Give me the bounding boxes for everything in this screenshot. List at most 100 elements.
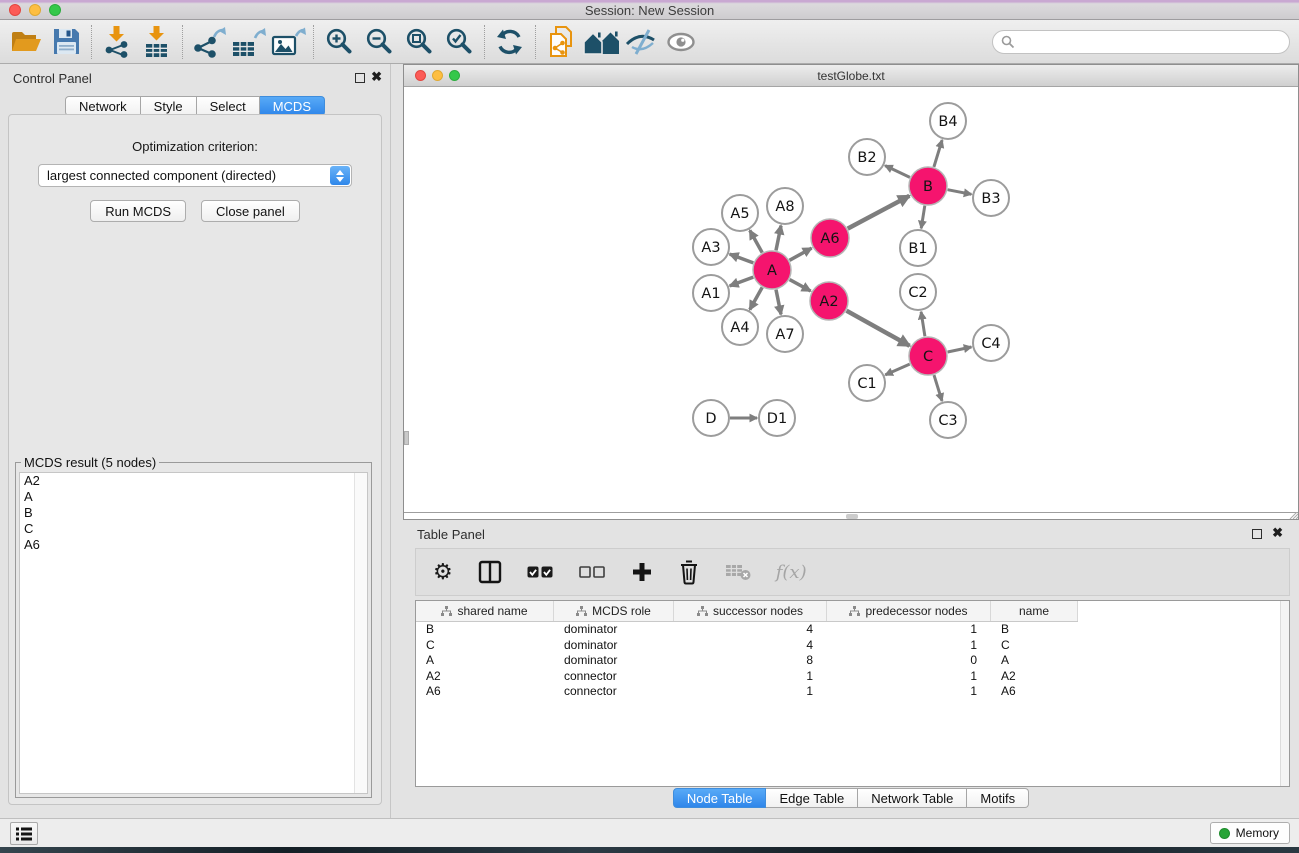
table-row-a2[interactable]: A2connector11A2 <box>416 669 1078 685</box>
edge-A-A4[interactable] <box>750 287 762 309</box>
edge-A2-C[interactable] <box>847 311 910 346</box>
edge-B-B1[interactable] <box>921 206 925 229</box>
zoom-window-button[interactable] <box>49 4 61 16</box>
save-session-button[interactable] <box>46 23 86 61</box>
node-label-B4: B4 <box>938 114 957 130</box>
first-neighbors-button[interactable] <box>581 23 621 61</box>
delete-columns-button[interactable] <box>678 559 700 585</box>
edge-B-B4[interactable] <box>934 140 942 167</box>
zoom-out-button[interactable] <box>359 23 399 61</box>
select-all-button[interactable] <box>527 565 554 579</box>
table-row-c[interactable]: Cdominator41C <box>416 638 1078 654</box>
session-title: Session: New Session <box>0 0 1299 21</box>
toolbar-search[interactable] <box>992 30 1290 54</box>
table-float-icon[interactable] <box>1252 529 1262 539</box>
column-header-successor-nodes[interactable]: successor nodes <box>674 601 827 621</box>
result-item-a6[interactable]: A6 <box>20 537 367 553</box>
edge-C-C2[interactable] <box>921 312 925 336</box>
node-label-D1: D1 <box>767 411 787 427</box>
result-item-c[interactable]: C <box>20 521 367 537</box>
tab-network-table[interactable]: Network Table <box>858 788 967 808</box>
cell: 1 <box>827 684 991 700</box>
table-row-b[interactable]: Bdominator41B <box>416 622 1078 638</box>
edge-A-A6[interactable] <box>790 248 812 260</box>
open-session-button[interactable] <box>6 23 46 61</box>
network-close-button[interactable] <box>415 70 426 81</box>
table-close-icon[interactable]: ✖ <box>1272 525 1283 541</box>
import-table-button[interactable] <box>137 23 177 61</box>
tab-mcds[interactable]: MCDS <box>260 96 325 116</box>
tab-node-table[interactable]: Node Table <box>673 788 767 808</box>
mcds-result-list[interactable]: A2ABCA6 <box>19 472 368 794</box>
network-horizontal-scrollbar[interactable] <box>404 512 1298 519</box>
search-input[interactable] <box>1020 34 1281 51</box>
edge-C-C3[interactable] <box>934 375 942 401</box>
node-table[interactable]: shared nameMCDS rolesuccessor nodesprede… <box>415 600 1290 787</box>
table-settings-button[interactable]: ⚙ <box>433 561 453 583</box>
run-mcds-button[interactable]: Run MCDS <box>90 200 186 222</box>
show-all-button[interactable] <box>661 23 701 61</box>
tab-network[interactable]: Network <box>65 96 141 116</box>
tab-select[interactable]: Select <box>197 96 260 116</box>
edge-A6-B[interactable] <box>848 196 910 229</box>
network-vertical-scroll-thumb[interactable] <box>404 431 409 445</box>
edge-B-B2[interactable] <box>885 166 910 178</box>
memory-button[interactable]: Memory <box>1210 822 1290 844</box>
column-header-predecessor-nodes[interactable]: predecessor nodes <box>827 601 991 621</box>
deselect-all-button[interactable] <box>579 565 606 579</box>
table-scrollbar[interactable] <box>1280 601 1289 786</box>
column-header-name[interactable]: name <box>991 601 1078 621</box>
delete-table-button[interactable] <box>725 563 751 581</box>
result-item-a2[interactable]: A2 <box>20 473 367 489</box>
criterion-dropdown-value: largest connected component (directed) <box>39 165 351 186</box>
tab-motifs[interactable]: Motifs <box>967 788 1029 808</box>
result-item-b[interactable]: B <box>20 505 367 521</box>
zoom-fit-button[interactable] <box>399 23 439 61</box>
edge-C-C1[interactable] <box>885 364 909 375</box>
node-label-C3: C3 <box>938 413 957 429</box>
network-horizontal-scroll-thumb[interactable] <box>846 514 858 519</box>
edge-C-C4[interactable] <box>948 347 972 352</box>
network-minimize-button[interactable] <box>432 70 443 81</box>
result-item-a[interactable]: A <box>20 489 367 505</box>
cell: B <box>416 622 554 638</box>
network-zoom-button[interactable] <box>449 70 460 81</box>
edge-A-A7[interactable] <box>776 290 781 315</box>
close-panel-icon[interactable]: ✖ <box>371 69 382 85</box>
network-graph[interactable]: AA1A2A3A4A5A6A7A8BB1B2B3B4CC1C2C3C4DD1 <box>404 87 1298 512</box>
edge-A-A2[interactable] <box>790 280 811 291</box>
close-panel-button[interactable]: Close panel <box>201 200 300 222</box>
float-panel-icon[interactable] <box>355 73 365 83</box>
edge-A-A5[interactable] <box>750 230 762 252</box>
edge-B-B3[interactable] <box>948 190 972 195</box>
export-network-button[interactable] <box>188 23 228 61</box>
apply-layout-button[interactable] <box>490 23 530 61</box>
result-list-scrollbar[interactable] <box>354 473 367 793</box>
edge-A-A1[interactable] <box>730 277 754 286</box>
table-row-a[interactable]: Adominator80A <box>416 653 1078 669</box>
new-network-from-selection-button[interactable] <box>541 23 581 61</box>
column-header-MCDS-role[interactable]: MCDS role <box>554 601 674 621</box>
hide-selected-button[interactable] <box>621 23 661 61</box>
tab-edge-table[interactable]: Edge Table <box>766 788 858 808</box>
export-image-button[interactable] <box>268 23 308 61</box>
table-row-a6[interactable]: A6connector11A6 <box>416 684 1078 700</box>
task-history-button[interactable] <box>10 822 38 845</box>
edge-A-A8[interactable] <box>776 226 781 251</box>
zoom-in-button[interactable] <box>319 23 359 61</box>
minimize-window-button[interactable] <box>29 4 41 16</box>
zoom-selected-button[interactable] <box>439 23 479 61</box>
export-table-button[interactable] <box>228 23 268 61</box>
new-column-button[interactable] <box>631 561 653 583</box>
import-network-button[interactable] <box>97 23 137 61</box>
column-header-shared-name[interactable]: shared name <box>416 601 554 621</box>
close-window-button[interactable] <box>9 4 21 16</box>
network-canvas[interactable]: AA1A2A3A4A5A6A7A8BB1B2B3B4CC1C2C3C4DD1 <box>404 87 1298 512</box>
show-columns-button[interactable] <box>478 560 502 584</box>
function-builder-button[interactable]: f(x) <box>776 562 807 583</box>
tab-style[interactable]: Style <box>141 96 197 116</box>
table-panel-tabs: Node TableEdge TableNetwork TableMotifs <box>403 788 1299 808</box>
criterion-dropdown[interactable]: largest connected component (directed) <box>38 164 352 187</box>
resize-grip-icon[interactable] <box>1286 512 1298 519</box>
edge-A-A3[interactable] <box>730 254 754 263</box>
